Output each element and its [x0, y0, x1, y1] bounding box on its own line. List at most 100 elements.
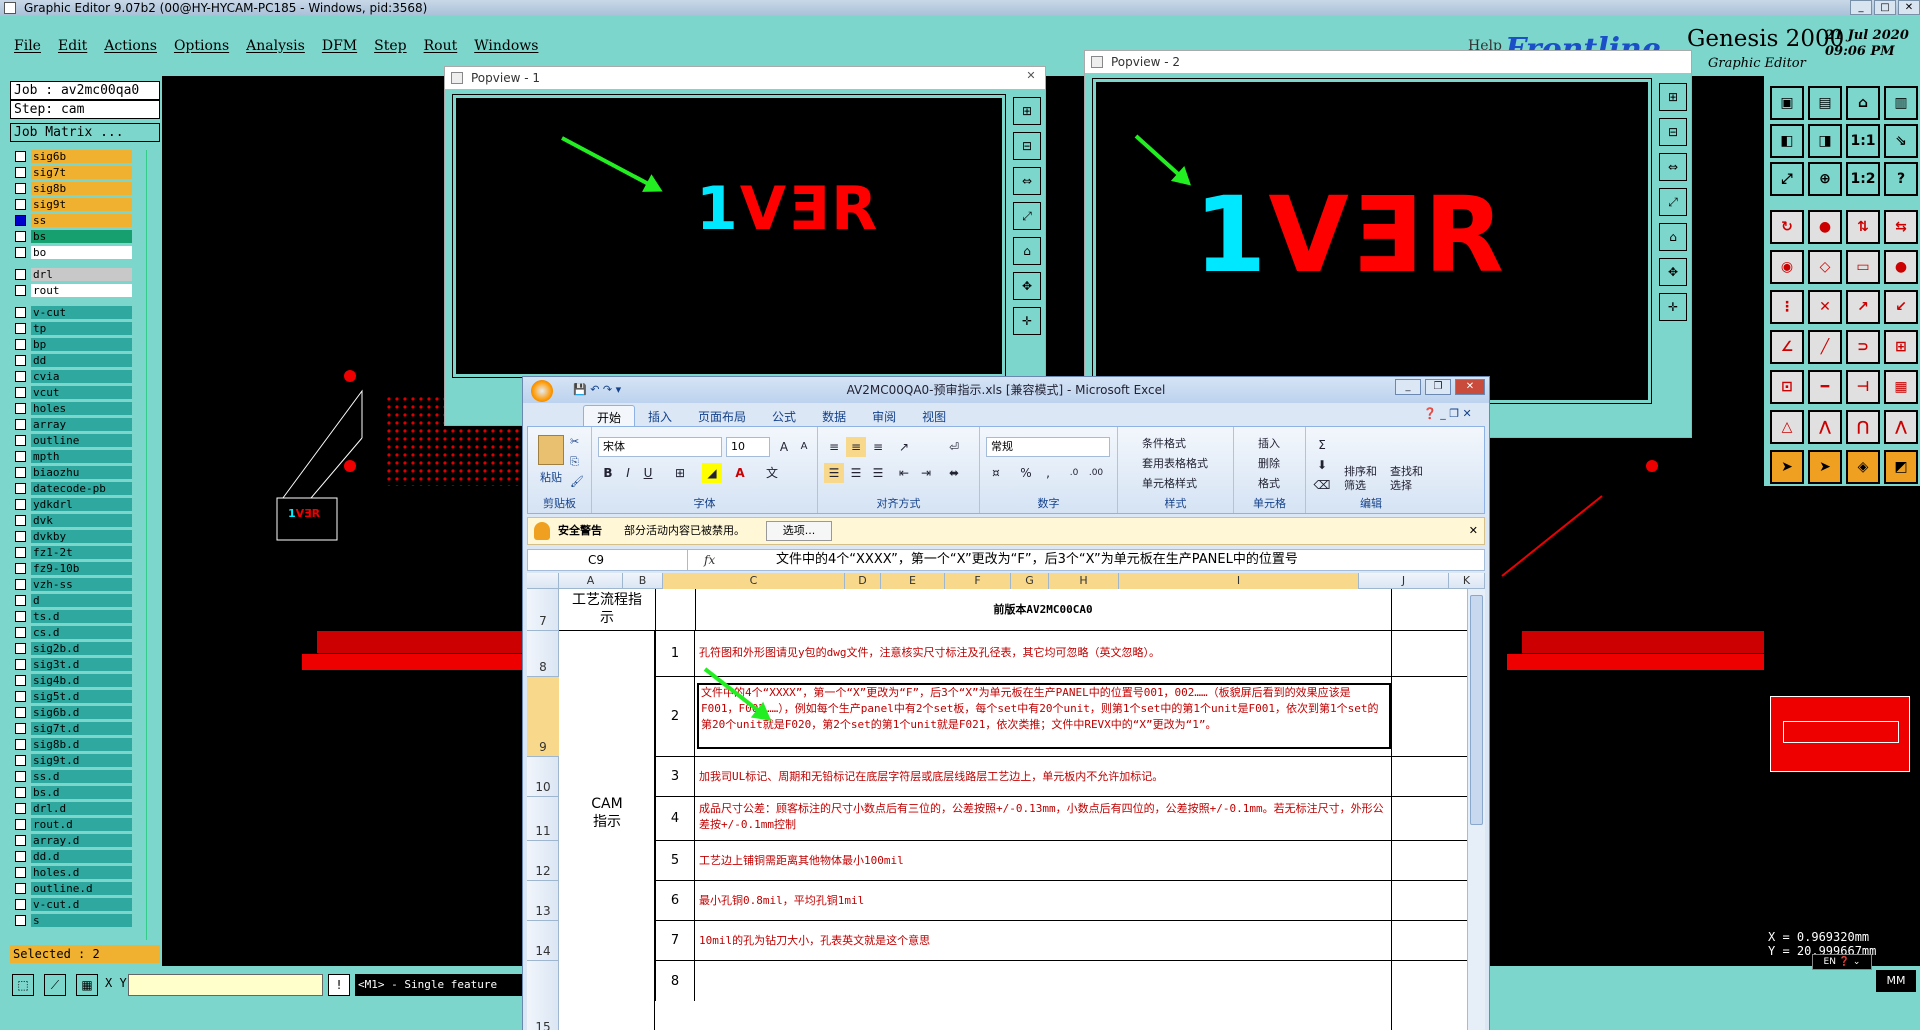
- layer-checkbox[interactable]: [15, 722, 26, 734]
- layer-name[interactable]: s: [31, 913, 132, 927]
- help-icon[interactable]: ?: [1884, 162, 1918, 196]
- layer-row[interactable]: outline.d: [12, 880, 132, 896]
- row-header[interactable]: 12: [527, 841, 559, 881]
- fit-icon[interactable]: ⤢: [1013, 202, 1041, 230]
- format-cells-button[interactable]: 格式: [1258, 475, 1280, 491]
- menu-rout[interactable]: Rout: [424, 38, 458, 54]
- layer-row[interactable]: dd.d: [12, 848, 132, 864]
- format-painter-icon[interactable]: 🖌: [570, 475, 584, 488]
- layer-checkbox[interactable]: [15, 418, 26, 430]
- layer-name[interactable]: vzh-ss: [31, 577, 132, 591]
- move-icon[interactable]: ✥: [1659, 258, 1687, 286]
- zoom-out-icon[interactable]: ⊟: [1659, 118, 1687, 146]
- column-header[interactable]: D: [845, 573, 881, 589]
- align-center-icon[interactable]: ☰: [846, 463, 866, 483]
- wrap-text-icon[interactable]: ⏎: [944, 437, 964, 457]
- comma-icon[interactable]: ,: [1038, 463, 1058, 483]
- layer-row[interactable]: sig7t.d: [12, 720, 132, 736]
- layer-checkbox[interactable]: [15, 466, 26, 478]
- move-icon[interactable]: ↗: [1846, 290, 1880, 324]
- layer-checkbox[interactable]: [15, 818, 26, 830]
- layer-checkbox[interactable]: [15, 402, 26, 414]
- layer-name[interactable]: bo: [31, 245, 132, 259]
- grow-font-icon[interactable]: A: [774, 437, 794, 457]
- home-icon[interactable]: ⌂: [1013, 237, 1041, 265]
- number-format-select[interactable]: 常规: [986, 437, 1110, 457]
- layer-row[interactable]: holes: [12, 400, 132, 416]
- align-right-icon[interactable]: ☰: [868, 463, 888, 483]
- flip-v-icon[interactable]: ⇅: [1846, 210, 1880, 244]
- layer-checkbox[interactable]: [15, 354, 26, 366]
- layer-name[interactable]: tp: [31, 321, 132, 335]
- layer-checkbox[interactable]: [15, 770, 26, 782]
- column-header[interactable]: A: [559, 573, 623, 589]
- angle-icon[interactable]: ∠: [1770, 330, 1804, 364]
- row-header[interactable]: 11: [527, 797, 559, 841]
- grid-icon[interactable]: ⊞: [1884, 330, 1918, 364]
- font-size-select[interactable]: 10: [726, 437, 770, 457]
- layer-row[interactable]: sig2b.d: [12, 640, 132, 656]
- bar-icon[interactable]: ━: [1808, 370, 1842, 404]
- column-header[interactable]: I: [1119, 573, 1359, 589]
- layer-checkbox[interactable]: [15, 754, 26, 766]
- layer-checkbox[interactable]: [15, 562, 26, 574]
- layer-row[interactable]: sig6b: [12, 148, 132, 164]
- clear-icon[interactable]: ⌫: [1312, 475, 1332, 495]
- layer-name[interactable]: biaozhu: [31, 465, 132, 479]
- layer-name[interactable]: sig9t.d: [31, 753, 132, 767]
- layer-row[interactable]: rout: [12, 282, 132, 298]
- dot-icon[interactable]: ●: [1884, 250, 1918, 284]
- row-header[interactable]: 10: [527, 757, 559, 797]
- line-icon[interactable]: ╱: [1808, 330, 1842, 364]
- layer-name[interactable]: dvkby: [31, 529, 132, 543]
- decrease-indent-icon[interactable]: ⇤: [894, 463, 914, 483]
- layer-checkbox[interactable]: [15, 268, 26, 280]
- layer-name[interactable]: holes: [31, 401, 132, 415]
- layer-row[interactable]: bo: [12, 244, 132, 260]
- select-icon[interactable]: ⬚: [12, 974, 34, 996]
- select-box-icon[interactable]: ⊡: [1770, 370, 1804, 404]
- layer-name[interactable]: sig8b.d: [31, 737, 132, 751]
- pattern-icon[interactable]: ▦: [1884, 370, 1918, 404]
- pan-icon[interactable]: ⇔: [1013, 167, 1041, 195]
- layer-checkbox[interactable]: [15, 166, 26, 178]
- layer-checkbox[interactable]: [15, 214, 26, 226]
- layer-checkbox[interactable]: [15, 594, 26, 606]
- maximize-button[interactable]: □: [1874, 0, 1896, 15]
- zoom-in-icon[interactable]: ⊞: [1013, 97, 1041, 125]
- align-middle-icon[interactable]: ≡: [846, 437, 866, 457]
- center-icon[interactable]: ✛: [1659, 293, 1687, 321]
- layer-name[interactable]: v-cut.d: [31, 897, 132, 911]
- copy-icon[interactable]: ⎘: [570, 455, 579, 469]
- layer-name[interactable]: sig5t.d: [31, 689, 132, 703]
- currency-icon[interactable]: ¤: [986, 463, 1006, 483]
- font-color-icon[interactable]: A: [730, 463, 750, 483]
- paste-button[interactable]: 粘贴: [540, 469, 562, 485]
- pad-icon[interactable]: ●: [1808, 210, 1842, 244]
- find-select-button[interactable]: 查找和选择: [1390, 465, 1430, 493]
- menu-options[interactable]: Options: [174, 38, 229, 54]
- cut-icon[interactable]: ✂: [570, 435, 579, 448]
- layer-checkbox[interactable]: [15, 674, 26, 686]
- layer-row[interactable]: sig7t: [12, 164, 132, 180]
- layer-name[interactable]: fz1-2t: [31, 545, 132, 559]
- window-icon[interactable]: ◩: [1884, 450, 1918, 484]
- column-header[interactable]: H: [1049, 573, 1119, 589]
- close-icon[interactable]: ✕: [1023, 70, 1039, 84]
- row-header[interactable]: 14: [527, 921, 559, 961]
- rotate-icon[interactable]: ↻: [1770, 210, 1804, 244]
- home-icon[interactable]: ⌂: [1659, 223, 1687, 251]
- layer-name[interactable]: array.d: [31, 833, 132, 847]
- popview-2-canvas[interactable]: 1VƎR: [1092, 78, 1652, 404]
- align-bottom-icon[interactable]: ≡: [868, 437, 888, 457]
- layer-row[interactable]: holes.d: [12, 864, 132, 880]
- borders-icon[interactable]: ⊞: [670, 463, 690, 483]
- percent-icon[interactable]: %: [1016, 463, 1036, 483]
- layer-row[interactable]: sig6b.d: [12, 704, 132, 720]
- layer-row[interactable]: vcut: [12, 384, 132, 400]
- paste-icon[interactable]: [538, 435, 564, 465]
- zoom-out-icon[interactable]: ▤: [1808, 86, 1842, 120]
- increase-indent-icon[interactable]: ⇥: [916, 463, 936, 483]
- formula-input[interactable]: 文件中的4个“XXXX”，第一个“X”更改为“F”，后3个“X”为单元板在生产P…: [776, 550, 1298, 570]
- pan-left-icon[interactable]: ◧: [1770, 124, 1804, 158]
